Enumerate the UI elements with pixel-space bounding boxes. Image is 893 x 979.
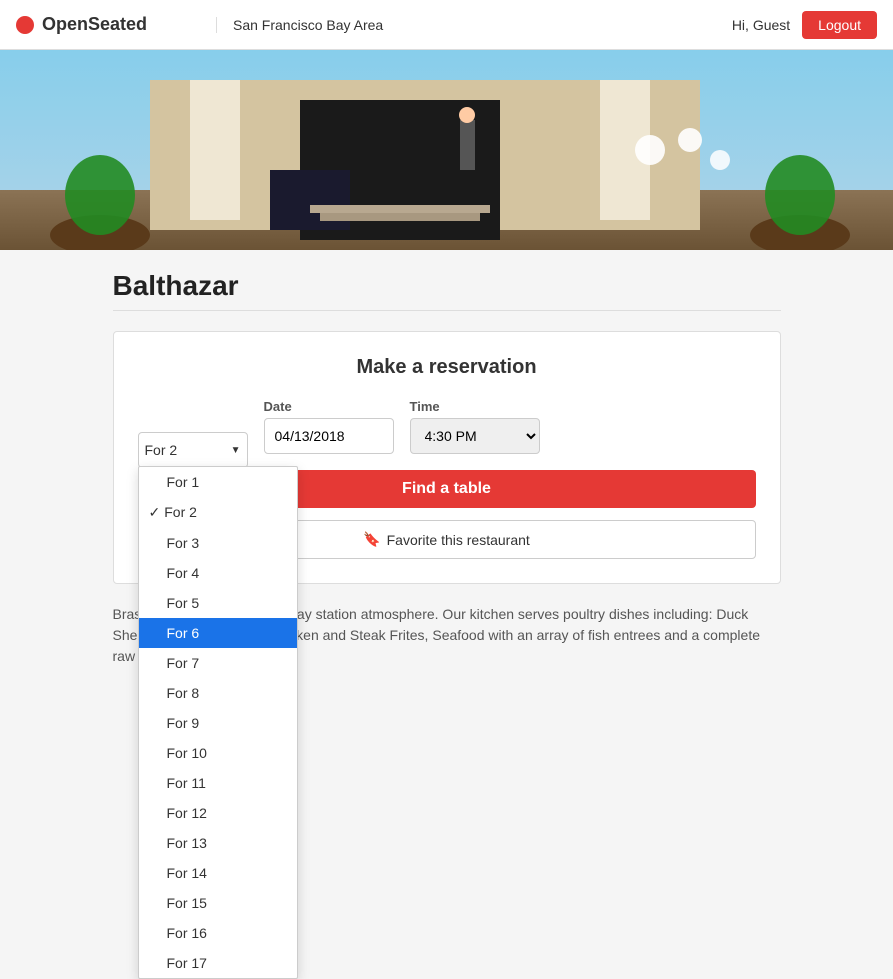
date-label: Date — [264, 399, 394, 414]
party-dropdown-arrow: ▼ — [231, 445, 241, 456]
favorite-label: Favorite this restaurant — [387, 532, 530, 548]
greeting-text: Hi, Guest — [732, 17, 790, 33]
hero-svg — [0, 50, 893, 250]
dropdown-item-for11[interactable]: For 11 — [139, 768, 297, 798]
logo-text: OpenSeated — [42, 14, 147, 35]
app-header: OpenSeated San Francisco Bay Area Hi, Gu… — [0, 0, 893, 50]
header-right: Hi, Guest Logout — [732, 11, 877, 39]
form-row: For 2 ▼ For 1 For 2 For 3 For 4 For 5 Fo… — [138, 399, 756, 454]
location-text: San Francisco Bay Area — [233, 17, 383, 33]
description-content: B — [113, 606, 122, 622]
dropdown-item-for12[interactable]: For 12 — [139, 798, 297, 828]
bookmark-icon: 🔖 — [363, 531, 380, 548]
restaurant-name: Balthazar — [113, 270, 781, 302]
time-form-group: Time 4:00 PM4:15 PM4:30 PM4:45 PM5:00 PM — [410, 399, 540, 454]
dropdown-item-for9[interactable]: For 9 — [139, 708, 297, 738]
main-content: Balthazar Make a reservation For 2 ▼ For… — [97, 250, 797, 687]
time-select[interactable]: 4:00 PM4:15 PM4:30 PM4:45 PM5:00 PM — [410, 418, 540, 454]
party-form-group: For 2 ▼ For 1 For 2 For 3 For 4 For 5 Fo… — [138, 414, 248, 454]
party-dropdown: For 1 For 2 For 3 For 4 For 5 For 6 For … — [138, 466, 298, 979]
dropdown-item-for6[interactable]: For 6 — [139, 618, 297, 648]
reservation-title: Make a reservation — [138, 356, 756, 379]
hero-inner — [0, 50, 893, 250]
party-select-display[interactable]: For 2 ▼ — [138, 432, 248, 468]
logo-area: OpenSeated — [16, 14, 216, 35]
dropdown-item-for13[interactable]: For 13 — [139, 828, 297, 858]
hero-image — [0, 50, 893, 250]
dropdown-item-for5[interactable]: For 5 — [139, 588, 297, 618]
dropdown-item-for1[interactable]: For 1 — [139, 467, 297, 497]
dropdown-item-for3[interactable]: For 3 — [139, 528, 297, 558]
dropdown-item-for7[interactable]: For 7 — [139, 648, 297, 678]
dropdown-item-for16[interactable]: For 16 — [139, 918, 297, 948]
description-end: S — [432, 627, 441, 643]
dropdown-item-for17[interactable]: For 17 — [139, 948, 297, 978]
party-selected-value: For 2 — [145, 442, 178, 458]
dropdown-item-for10[interactable]: For 10 — [139, 738, 297, 768]
location-selector[interactable]: San Francisco Bay Area — [216, 17, 416, 33]
dropdown-item-for4[interactable]: For 4 — [139, 558, 297, 588]
date-input[interactable] — [264, 418, 394, 454]
dropdown-item-for15[interactable]: For 15 — [139, 888, 297, 918]
dropdown-item-for8[interactable]: For 8 — [139, 678, 297, 708]
divider — [113, 310, 781, 311]
time-label: Time — [410, 399, 540, 414]
dropdown-item-for14[interactable]: For 14 — [139, 858, 297, 888]
logo-dot-icon — [16, 16, 34, 34]
logout-button[interactable]: Logout — [802, 11, 877, 39]
date-form-group: Date — [264, 399, 394, 454]
reservation-card: Make a reservation For 2 ▼ For 1 For 2 F… — [113, 331, 781, 584]
dropdown-item-for2[interactable]: For 2 — [139, 497, 297, 528]
